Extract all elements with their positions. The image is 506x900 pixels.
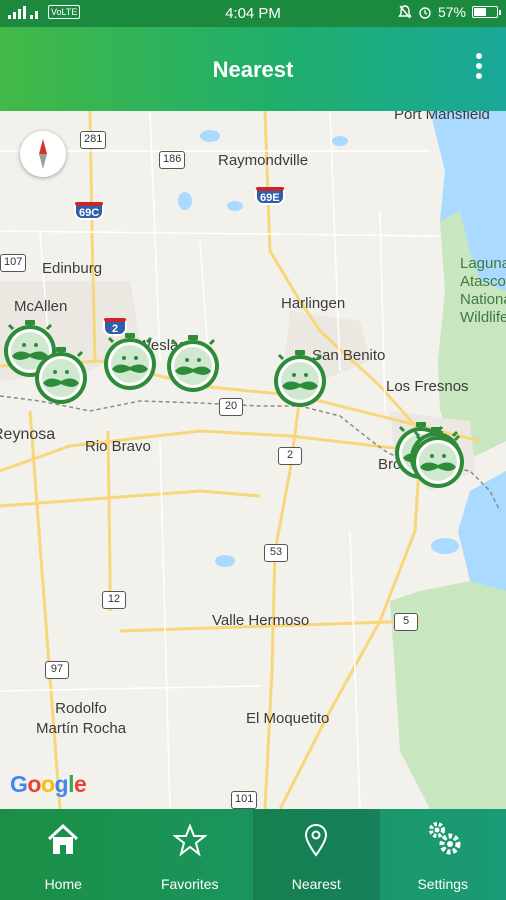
shield-97: 97 — [45, 661, 69, 679]
page-title: Nearest — [212, 57, 294, 82]
shield-i-69e: 69E — [255, 187, 285, 205]
shield-53: 53 — [264, 544, 288, 562]
battery-icon — [472, 6, 501, 18]
nav-home-label: Home — [44, 876, 82, 892]
label-rodolfo: Rodolfo Martín Rocha — [36, 699, 126, 739]
map-marker[interactable] — [165, 333, 221, 395]
nav-favorites[interactable]: Favorites — [127, 809, 254, 900]
label-rodolfo-line2: Martín Rocha — [36, 720, 127, 737]
label-raymondville: Raymondville — [218, 152, 309, 169]
nav-settings[interactable]: Settings — [380, 809, 506, 900]
label-valle-hermoso: Valle Hermoso — [212, 612, 310, 629]
more-vert-icon[interactable] — [474, 53, 484, 83]
map-marker[interactable] — [272, 348, 328, 410]
status-right: 57% — [398, 4, 501, 20]
label-el-moquetito: El Moquetito — [246, 710, 330, 727]
label-laguna-line2: Atascosa — [460, 273, 506, 290]
label-mcallen: McAllen — [14, 298, 68, 315]
notifications-off-icon — [398, 5, 412, 19]
label-harlingen: Harlingen — [281, 295, 346, 312]
battery-percent: 57% — [437, 4, 466, 20]
star-icon — [172, 823, 207, 857]
alarm-icon — [419, 7, 431, 19]
label-laguna-line1: Laguna — [460, 255, 506, 272]
label-los-fresnos: Los Fresnos — [386, 378, 469, 395]
shield-2: 2 — [278, 447, 302, 465]
map-marker[interactable] — [102, 331, 158, 393]
bottom-nav: Home Favorites Nearest Settings — [0, 809, 506, 900]
shield-101: 101 — [231, 791, 258, 809]
label-laguna-line4: Wildlife — [460, 309, 506, 326]
shield-i-69c: 69C — [74, 202, 105, 220]
shield-12: 12 — [102, 591, 126, 609]
status-bar: VoLTE 4:04 PM 57% — [0, 0, 506, 27]
map-marker[interactable] — [410, 429, 466, 491]
shield-107: 107 — [0, 254, 27, 272]
shield-sh-186: 186 — [159, 151, 186, 169]
label-rodolfo-line1: Rodolfo — [55, 700, 107, 717]
label-laguna-line3: National — [460, 291, 506, 308]
label-rio-bravo: Rio Bravo — [85, 438, 151, 455]
location-pin-icon — [305, 823, 328, 857]
nav-nearest[interactable]: Nearest — [253, 809, 380, 900]
map-view[interactable]: Port Mansfield Raymondville Edinburg McA… — [0, 111, 506, 809]
map-marker[interactable] — [33, 345, 89, 407]
shield-us-281: 281 — [80, 131, 107, 149]
nav-home[interactable]: Home — [0, 809, 127, 900]
nav-favorites-label: Favorites — [160, 876, 219, 892]
compass-icon[interactable] — [20, 131, 66, 177]
home-icon — [48, 823, 79, 854]
app-bar: Nearest — [0, 27, 506, 111]
nav-nearest-label: Nearest — [291, 876, 341, 892]
gears-icon — [428, 822, 461, 855]
label-reynosa: Reynosa — [0, 426, 56, 443]
label-laguna-atascosa: Laguna Atascosa National Wildlife — [460, 255, 506, 327]
label-edinburg: Edinburg — [42, 260, 103, 277]
label-port-mansfield: Port Mansfield — [394, 111, 490, 123]
nav-settings-label: Settings — [417, 876, 469, 892]
shield-5: 5 — [394, 613, 418, 631]
google-logo: Google — [10, 771, 87, 797]
shield-20: 20 — [219, 398, 243, 416]
